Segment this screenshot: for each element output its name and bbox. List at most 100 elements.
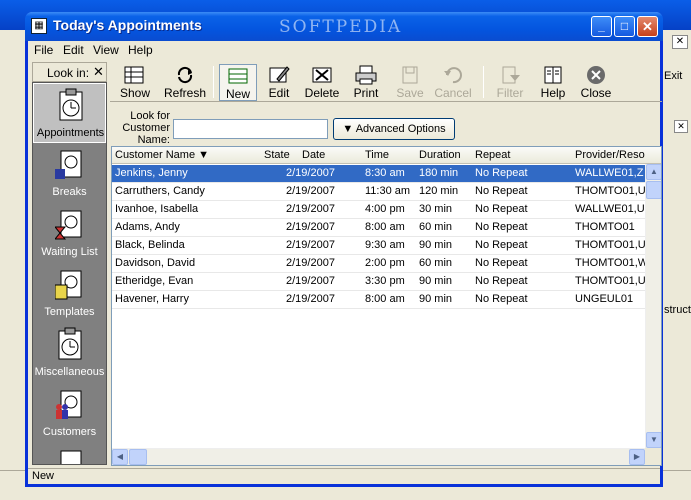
table-row[interactable]: Davidson, David 2/19/2007 2:00 pm 60 min No … — [112, 255, 647, 273]
sidebar-item-more[interactable] — [33, 443, 106, 464]
table-cell: 2/19/2007 — [286, 221, 335, 233]
vertical-scrollbar[interactable]: ▲ ▼ — [645, 164, 661, 448]
edit-record-icon — [269, 66, 290, 83]
help-book-icon — [544, 66, 562, 84]
table-row[interactable]: Black, Belinda 2/19/2007 9:30 am 90 min No R… — [112, 237, 646, 255]
menu-edit[interactable]: Edit — [63, 43, 84, 57]
table-cell: Black, Belinda — [115, 239, 185, 251]
sidebar-item-miscellaneous[interactable]: Miscellaneous — [33, 323, 106, 383]
column-header-duration[interactable]: Duration — [419, 149, 461, 161]
scroll-right-icon[interactable]: ▶ — [629, 449, 645, 465]
sidebar-item-waiting-list[interactable]: Waiting List — [33, 203, 106, 263]
table-cell: 2:00 pm — [365, 257, 405, 269]
table-cell: 2/19/2007 — [286, 293, 335, 305]
column-header-date[interactable]: Date — [302, 149, 325, 161]
cancel-button[interactable]: Cancel — [431, 64, 475, 101]
table-cell: No Repeat — [475, 203, 528, 215]
table-cell: 60 min — [419, 221, 453, 233]
menu-help[interactable]: Help — [128, 43, 153, 57]
delete-button[interactable]: Delete — [301, 64, 343, 101]
table-cell: 8:00 am — [365, 293, 405, 305]
table-cell: Etheridge, Evan — [115, 275, 194, 287]
table-cell: 90 min — [419, 239, 453, 251]
maximize-button[interactable]: □ — [614, 16, 635, 37]
appointments-table: Customer Name ▼ State Date Time Duration… — [111, 146, 662, 466]
sort-down-icon: ▼ — [198, 149, 210, 161]
scroll-up-icon[interactable]: ▲ — [646, 164, 661, 180]
delete-record-icon — [312, 67, 332, 83]
table-row[interactable]: Havener, Harry 2/19/2007 8:00 am 90 min No R… — [112, 291, 645, 309]
background-fragment-text: struct — [664, 304, 691, 316]
close-button[interactable]: Close — [577, 64, 615, 101]
table-cell: 8:00 am — [365, 221, 405, 233]
table-cell: No Repeat — [475, 293, 528, 305]
menubar: File Edit View Help — [28, 41, 660, 60]
scroll-left-icon[interactable]: ◀ — [112, 449, 128, 465]
horizontal-scroll-thumb[interactable] — [129, 449, 147, 465]
misc-icon — [58, 327, 82, 360]
sidebar-item-templates[interactable]: Templates — [33, 263, 106, 323]
table-cell: WALLWE01,Z — [575, 167, 644, 179]
sidebar-item-appointments[interactable]: Appointments — [33, 83, 106, 143]
undo-icon — [444, 67, 462, 84]
horizontal-scrollbar[interactable]: ◀ ▶ — [112, 448, 645, 465]
table-cell: 120 min — [419, 185, 459, 197]
window-titlebar[interactable]: ▦ Today's Appointments SOFTPEDIA _ □ ✕ — [25, 12, 663, 41]
table-cell: 8:30 am — [365, 167, 405, 179]
clipboard-clock-icon — [59, 88, 83, 121]
refresh-icon — [177, 66, 193, 84]
refresh-label: Refresh — [163, 86, 207, 100]
scroll-corner — [645, 448, 661, 465]
table-cell: Carruthers, Candy — [115, 185, 205, 197]
save-disk-icon — [402, 66, 418, 84]
table-row[interactable]: Jenkins, Jenny 2/19/2007 8:30 am 180 min No … — [112, 165, 645, 183]
sidebar-item-breaks[interactable]: Breaks — [33, 143, 106, 203]
table-cell: 4:00 pm — [365, 203, 405, 215]
vertical-scroll-thumb[interactable] — [646, 181, 661, 199]
dropdown-arrow-icon: ▼ — [342, 123, 354, 135]
watermark: SOFTPEDIA — [279, 17, 403, 37]
help-button[interactable]: Help — [534, 64, 572, 101]
column-header-repeat[interactable]: Repeat — [475, 149, 510, 161]
new-button[interactable]: New — [219, 64, 257, 101]
edit-label: Edit — [268, 86, 290, 100]
table-cell: 2/19/2007 — [286, 239, 335, 251]
table-cell: 90 min — [419, 293, 453, 305]
column-header-state[interactable]: State — [264, 149, 290, 161]
advanced-options-button[interactable]: ▼ Advanced Options — [333, 118, 455, 140]
table-cell: Davidson, David — [115, 257, 196, 269]
new-label: New — [225, 87, 250, 101]
cancel-label: Cancel — [434, 86, 472, 100]
table-row[interactable]: Etheridge, Evan 2/19/2007 3:30 pm 90 min No … — [112, 273, 646, 291]
filter-label: Filter — [496, 86, 524, 100]
table-cell: Adams, Andy — [115, 221, 180, 233]
look-in-bar: Look in: ✕ — [32, 62, 107, 82]
column-header-time[interactable]: Time — [365, 149, 389, 161]
close-window-button[interactable]: ✕ — [637, 16, 658, 37]
table-row[interactable]: Adams, Andy 2/19/2007 8:00 am 60 min No Repe… — [112, 219, 645, 237]
show-button[interactable]: Show — [112, 64, 158, 101]
menu-file[interactable]: File — [34, 43, 53, 57]
column-header-provider[interactable]: Provider/Reso — [575, 149, 645, 161]
filter-icon — [502, 66, 520, 84]
background-pane-close-icon[interactable]: ✕ — [674, 120, 688, 133]
filter-button[interactable]: Filter — [491, 64, 529, 101]
refresh-button[interactable]: Refresh — [162, 64, 208, 101]
menu-view[interactable]: View — [93, 43, 119, 57]
background-close-icon[interactable]: ✕ — [672, 35, 688, 49]
customer-search-input[interactable] — [173, 119, 328, 139]
table-row[interactable]: Ivanhoe, Isabella 2/19/2007 4:00 pm 30 min N… — [112, 201, 645, 219]
table-row[interactable]: Carruthers, Candy 2/19/2007 11:30 am 120 mi… — [112, 183, 646, 201]
table-cell: No Repeat — [475, 275, 528, 287]
table-cell: 2/19/2007 — [286, 185, 335, 197]
sidebar-item-customers[interactable]: Customers — [33, 383, 106, 443]
save-button[interactable]: Save — [391, 64, 429, 101]
look-in-close-icon[interactable]: ✕ — [93, 64, 104, 80]
print-button[interactable]: Print — [347, 64, 385, 101]
minimize-button[interactable]: _ — [591, 16, 612, 37]
scroll-down-icon[interactable]: ▼ — [646, 432, 661, 448]
background-exit-button[interactable]: Exit — [664, 70, 690, 82]
table-cell: THOMTO01,U — [575, 185, 646, 197]
edit-button[interactable]: Edit — [260, 64, 298, 101]
column-header-customer-name[interactable]: Customer Name ▼ — [115, 149, 209, 161]
